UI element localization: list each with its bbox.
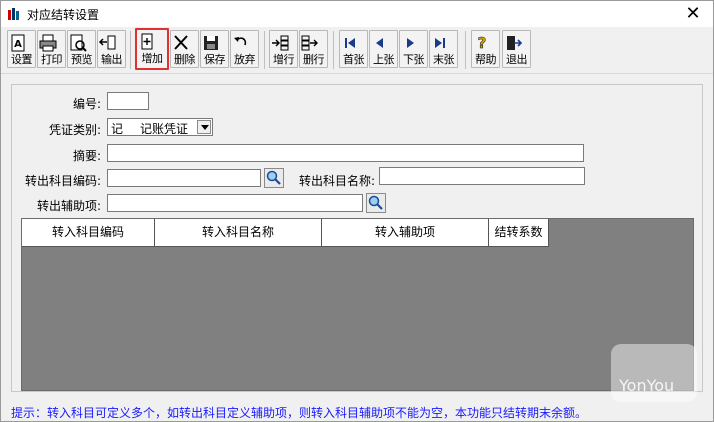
add-button[interactable]: 增加 — [135, 28, 169, 70]
preview-icon — [70, 34, 87, 52]
window-title: 对应结转设置 — [27, 8, 100, 22]
undo-button[interactable]: 放弃 — [230, 30, 259, 68]
add-label: 增加 — [141, 52, 164, 65]
save-label: 保存 — [204, 53, 226, 66]
add-row-icon — [272, 35, 289, 51]
toolbar-separator — [465, 31, 466, 69]
undo-icon — [234, 37, 247, 46]
svg-text:?: ? — [478, 34, 487, 52]
hint-text: 提示：转入科目可定义多个，如转出科目定义辅助项，则转入科目辅助项不能为空，本功能… — [11, 406, 588, 420]
first-icon — [345, 38, 355, 48]
svg-text:A: A — [14, 39, 22, 50]
export-button[interactable]: 输出 — [97, 30, 126, 68]
out-name-input[interactable] — [379, 167, 585, 185]
help-icon: ? — [477, 34, 487, 53]
first-button[interactable]: 首张 — [339, 30, 368, 68]
out-aux-search-button[interactable] — [366, 193, 386, 213]
delete-row-label: 删行 — [303, 53, 325, 66]
first-label: 首张 — [343, 53, 365, 66]
grid-header-in-aux[interactable]: 转入辅助项 — [322, 219, 489, 247]
last-button[interactable]: 末张 — [429, 30, 458, 68]
save-icon — [204, 36, 218, 50]
export-label: 输出 — [101, 53, 123, 66]
close-button[interactable]: ✕ — [681, 3, 705, 25]
watermark-text: YonYou — [619, 376, 675, 395]
toolbar-separator — [264, 31, 265, 69]
print-icon — [39, 34, 57, 52]
voucher-type-name: 记账凭证 — [140, 122, 189, 136]
settings-button[interactable]: A 设置 — [7, 30, 36, 68]
add-icon — [141, 33, 153, 50]
number-label: 编号: — [72, 97, 101, 111]
export-icon — [98, 35, 116, 50]
toolbar: A 设置 打印 预览 输出 增加 删除 保存 放弃 增行 删行 首张 上张 下张… — [1, 27, 713, 74]
out-name-label: 转出科目名称: — [298, 174, 375, 188]
exit-icon — [507, 36, 523, 50]
watermark-logo: YonYou — [611, 344, 697, 402]
out-aux-input[interactable] — [107, 194, 363, 212]
search-icon — [266, 170, 281, 185]
next-button[interactable]: 下张 — [399, 30, 428, 68]
toolbar-separator — [333, 31, 334, 69]
out-aux-label: 转出辅助项: — [36, 199, 101, 213]
delete-row-icon — [301, 35, 318, 51]
voucher-type-label: 凭证类别: — [48, 123, 101, 137]
last-label: 末张 — [433, 53, 455, 66]
prev-label: 上张 — [373, 53, 395, 66]
exit-button[interactable]: 退出 — [502, 30, 531, 68]
save-button[interactable]: 保存 — [200, 30, 229, 68]
exit-label: 退出 — [506, 53, 528, 66]
undo-label: 放弃 — [234, 53, 256, 66]
out-code-input[interactable] — [107, 169, 261, 187]
number-input[interactable] — [107, 92, 149, 110]
help-button[interactable]: ? 帮助 — [471, 30, 500, 68]
delete-label: 删除 — [174, 53, 196, 66]
dialog-window: 对应结转设置 ✕ A 设置 打印 预览 输出 增加 删除 保存 放弃 增行 删行… — [0, 0, 714, 422]
add-row-label: 增行 — [273, 53, 295, 66]
delete-button[interactable]: 删除 — [170, 30, 199, 68]
settings-label: 设置 — [11, 53, 33, 66]
delete-icon — [174, 35, 188, 50]
transfer-grid[interactable]: 转入科目编码 转入科目名称 转入辅助项 结转系数 — [21, 218, 694, 391]
voucher-type-select[interactable]: 记 记账凭证 — [107, 118, 213, 136]
prev-icon — [376, 38, 383, 48]
summary-input[interactable] — [107, 144, 584, 162]
grid-header-coefficient[interactable]: 结转系数 — [489, 219, 549, 247]
settings-icon: A — [11, 34, 25, 52]
search-icon — [368, 195, 383, 210]
title-bar: 对应结转设置 ✕ — [1, 1, 713, 27]
prev-button[interactable]: 上张 — [369, 30, 398, 68]
print-label: 打印 — [41, 53, 63, 66]
add-row-button[interactable]: 增行 — [269, 30, 298, 68]
preview-label: 预览 — [71, 53, 93, 66]
toolbar-separator — [130, 31, 131, 69]
out-code-search-button[interactable] — [264, 168, 284, 188]
last-icon — [435, 38, 445, 48]
grid-header-in-name[interactable]: 转入科目名称 — [155, 219, 322, 247]
chevron-down-icon[interactable] — [197, 120, 211, 134]
preview-button[interactable]: 预览 — [67, 30, 96, 68]
next-icon — [407, 38, 414, 48]
summary-label: 摘要: — [72, 149, 101, 163]
print-button[interactable]: 打印 — [37, 30, 66, 68]
delete-row-button[interactable]: 删行 — [299, 30, 328, 68]
grid-header-in-code[interactable]: 转入科目编码 — [22, 219, 155, 247]
next-label: 下张 — [403, 53, 425, 66]
app-icon — [8, 8, 19, 20]
help-label: 帮助 — [475, 53, 497, 66]
out-code-label: 转出科目编码: — [24, 174, 101, 188]
voucher-type-code: 记 — [111, 122, 124, 136]
